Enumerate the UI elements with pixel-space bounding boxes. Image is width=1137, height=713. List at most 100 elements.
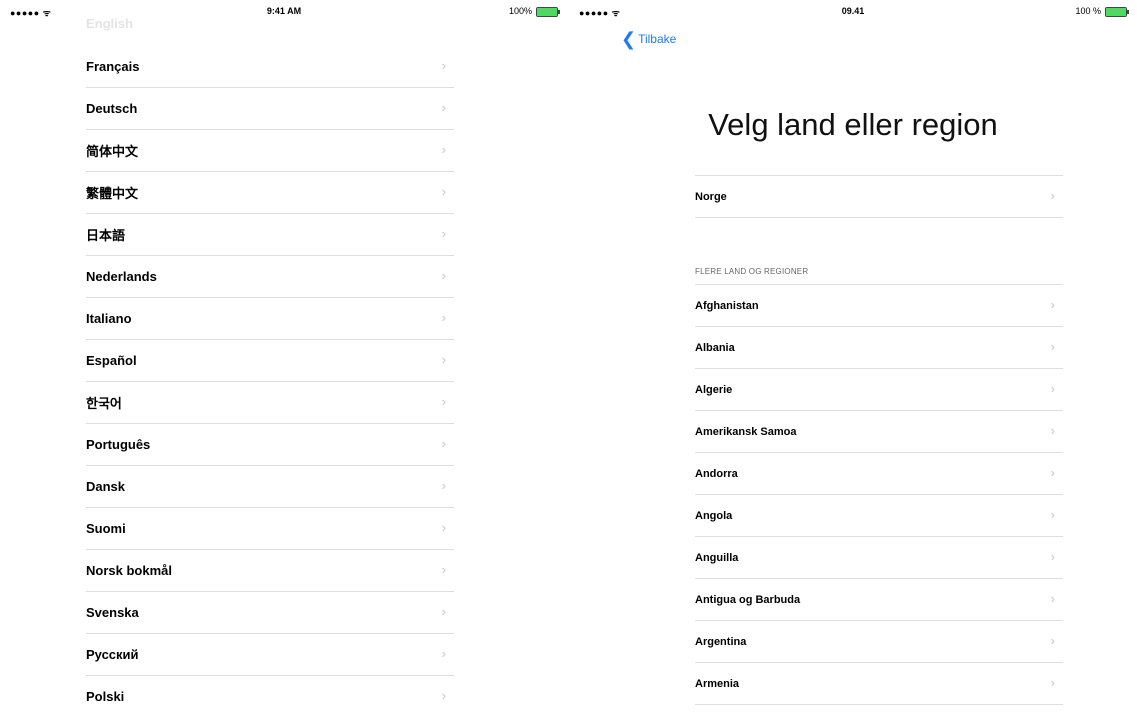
language-item[interactable]: Suomi › [86, 508, 454, 550]
chevron-right-icon: › [1050, 633, 1055, 648]
language-item[interactable]: 日本語 › [86, 214, 454, 256]
chevron-right-icon: › [441, 58, 446, 73]
list-item-label: 日本語 [86, 228, 126, 243]
battery-icon [1105, 7, 1129, 17]
chevron-right-icon: › [441, 142, 446, 157]
country-item[interactable]: Armenia › [695, 663, 1063, 705]
language-item[interactable]: Italiano › [86, 298, 454, 340]
chevron-right-icon: › [441, 604, 446, 619]
language-item[interactable]: Svenska › [86, 592, 454, 634]
chevron-right-icon: › [441, 688, 446, 703]
chevron-right-icon: › [441, 184, 446, 199]
list-item-label: 한국어 [86, 396, 122, 411]
section-header: FLERE LAND OG REGIONER [695, 267, 809, 276]
list-item-label: Suomi [86, 521, 126, 536]
chevron-right-icon: › [1050, 188, 1055, 203]
chevron-right-icon: › [1050, 549, 1055, 564]
chevron-right-icon: › [441, 226, 446, 241]
language-item[interactable]: Deutsch › [86, 88, 454, 130]
page-title: Velg land eller region [708, 107, 998, 142]
list-item-current-country[interactable]: Norge › [695, 176, 1063, 218]
list-item-label: Svenska [86, 605, 139, 620]
list-item-label: Antigua og Barbuda [695, 593, 801, 606]
battery-level-fill [537, 8, 557, 16]
back-button[interactable]: ❮ Tilbake [621, 29, 677, 49]
list-item-label: Русский [86, 647, 139, 662]
chevron-right-icon: › [1050, 507, 1055, 522]
list-item-label: Italiano [86, 311, 132, 326]
chevron-right-icon: › [441, 436, 446, 451]
language-item[interactable]: Nederlands › [86, 256, 454, 298]
chevron-right-icon: › [441, 268, 446, 283]
language-item[interactable]: Русский › [86, 634, 454, 676]
battery-percent: 100 % [1075, 6, 1101, 16]
chevron-right-icon: › [441, 520, 446, 535]
chevron-right-icon: › [441, 310, 446, 325]
chevron-right-icon: › [441, 562, 446, 577]
language-item[interactable]: 繁體中文 › [86, 172, 454, 214]
list-item-label: Português [86, 437, 151, 452]
language-item[interactable]: Français › [86, 46, 454, 88]
country-item[interactable]: Afghanistan › [695, 285, 1063, 327]
chevron-right-icon: › [441, 478, 446, 493]
chevron-right-icon: › [1050, 423, 1055, 438]
list-item-label: Anguilla [695, 551, 739, 564]
list-item-label: Algerie [695, 383, 733, 396]
country-item[interactable]: Algerie › [695, 369, 1063, 411]
list-item-label: Amerikansk Samoa [695, 425, 797, 438]
chevron-right-icon: › [1050, 591, 1055, 606]
country-item[interactable]: Anguilla › [695, 537, 1063, 579]
country-item[interactable]: Andorra › [695, 453, 1063, 495]
language-item[interactable]: Polski › [86, 676, 454, 713]
language-item[interactable]: Norsk bokmål › [86, 550, 454, 592]
list-item-label: Dansk [86, 479, 126, 494]
chevron-left-icon: ❮ [621, 29, 637, 49]
current-country-list: Norge › [695, 175, 1063, 218]
battery-percent: 100% [508, 6, 532, 16]
chevron-right-icon: › [1050, 381, 1055, 396]
country-item[interactable]: Amerikansk Samoa › [695, 411, 1063, 453]
battery-icon [536, 7, 560, 17]
language-item[interactable]: 简体中文 › [86, 130, 454, 172]
country-list: Afghanistan › Albania › Algerie › Amerikansk S… [695, 284, 1063, 705]
country-item[interactable]: Argentina › [695, 621, 1063, 663]
language-item[interactable]: Dansk › [86, 466, 454, 508]
list-item-label: Deutsch [86, 101, 138, 116]
list-item-label: 繁體中文 [86, 186, 139, 201]
chevron-right-icon: › [1050, 675, 1055, 690]
language-item[interactable]: Português › [86, 424, 454, 466]
list-item-label: Norsk bokmål [86, 563, 172, 578]
language-item[interactable]: 한국어 › [86, 382, 454, 424]
status-time: 09.41 [841, 6, 865, 16]
country-item[interactable]: Angola › [695, 495, 1063, 537]
chevron-right-icon: › [441, 352, 446, 367]
chevron-right-icon: › [1050, 339, 1055, 354]
chevron-right-icon: › [1050, 297, 1055, 312]
list-item-label: Français [86, 59, 140, 74]
country-item[interactable]: Antigua og Barbuda › [695, 579, 1063, 621]
chevron-right-icon: › [1050, 465, 1055, 480]
list-item-label: Polski [86, 689, 125, 704]
list-item-label: Armenia [695, 677, 740, 690]
list-item-label: Nederlands [86, 269, 157, 284]
region-screen: ●●●●● ᯤ 09.41 100 % ❮ Tilbake Velg land … [569, 0, 1137, 713]
language-item[interactable]: Español › [86, 340, 454, 382]
status-time: 9:41 AM [266, 6, 302, 16]
battery-level-fill [1106, 8, 1126, 16]
country-item[interactable]: Albania › [695, 327, 1063, 369]
list-item-label: Norge [695, 190, 727, 203]
chevron-right-icon: › [441, 646, 446, 661]
list-item-label: Andorra [695, 467, 738, 480]
status-bar: ●●●●● ᯤ 09.41 100 % [569, 0, 1137, 22]
list-item-label: Albania [695, 341, 735, 354]
list-item-label: Afghanistan [695, 299, 759, 312]
back-label: Tilbake [638, 32, 677, 46]
language-list: Français › Deutsch › 简体中文 › 繁體中文 › 日本語 › Nederland… [86, 46, 454, 713]
chevron-right-icon: › [441, 394, 446, 409]
language-screen: ●●●●● ᯤ 9:41 AM 100% English Français › De… [0, 0, 568, 713]
list-item-label: 简体中文 [86, 144, 139, 159]
list-item-label: Español [86, 353, 137, 368]
status-bar: ●●●●● ᯤ 9:41 AM 100% [0, 0, 568, 22]
list-item-label: Argentina [695, 635, 747, 648]
list-item-label: Angola [695, 509, 733, 522]
